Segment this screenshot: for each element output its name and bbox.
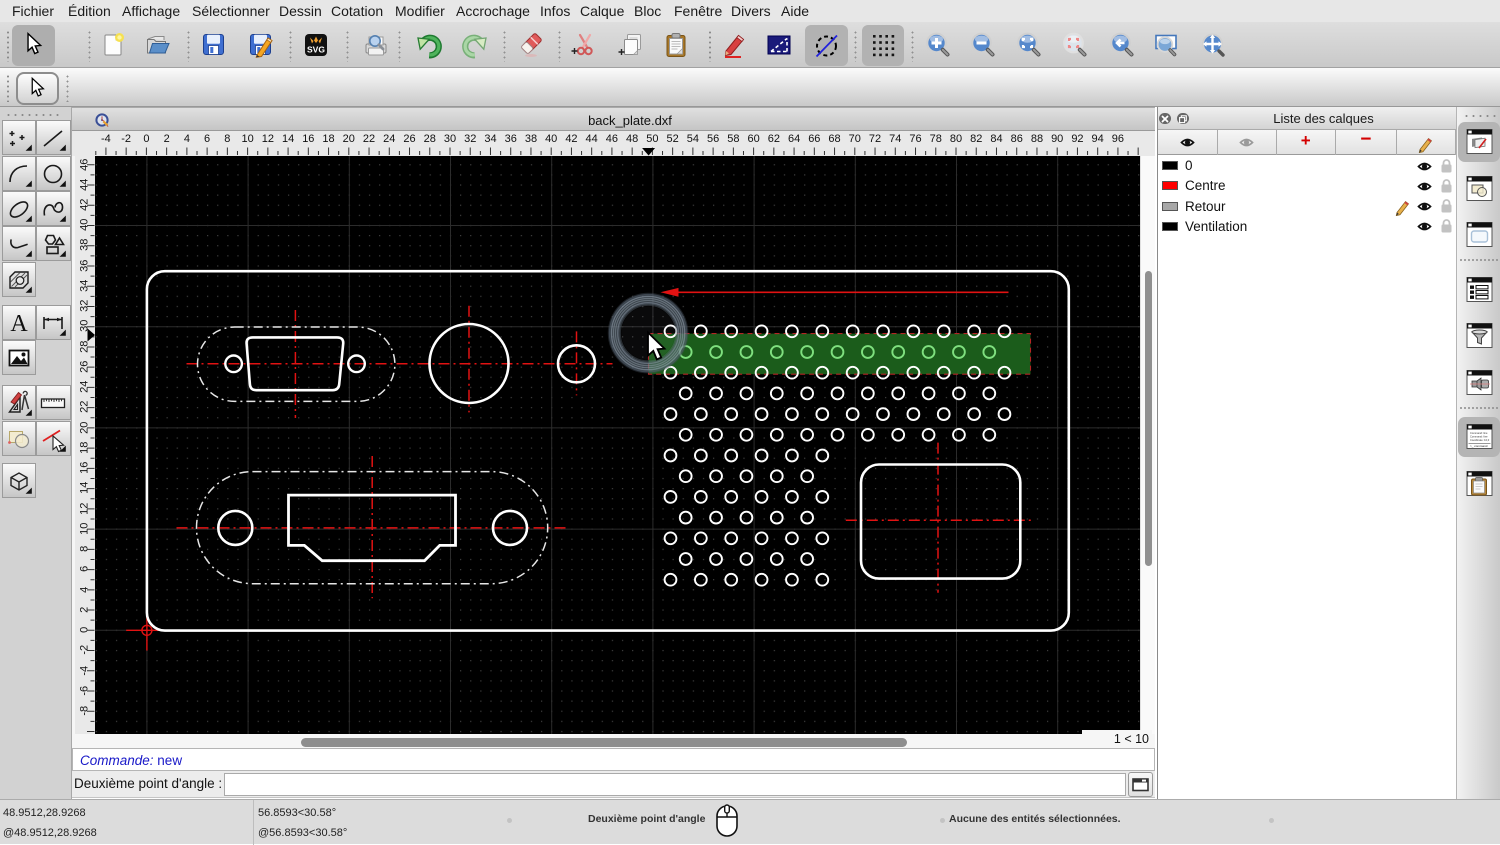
svg-text:Coordinate: 10,0: Coordinate: 10,0 <box>1470 438 1490 442</box>
svg-text:>_ command: >_ command <box>1470 444 1488 448</box>
svg-text:Command: line: Command: line <box>1470 431 1488 435</box>
svg-text:Command: fine: Command: fine <box>1470 435 1488 439</box>
svg-text:SVG: SVG <box>307 45 325 55</box>
svg-text:A: A <box>10 311 28 337</box>
